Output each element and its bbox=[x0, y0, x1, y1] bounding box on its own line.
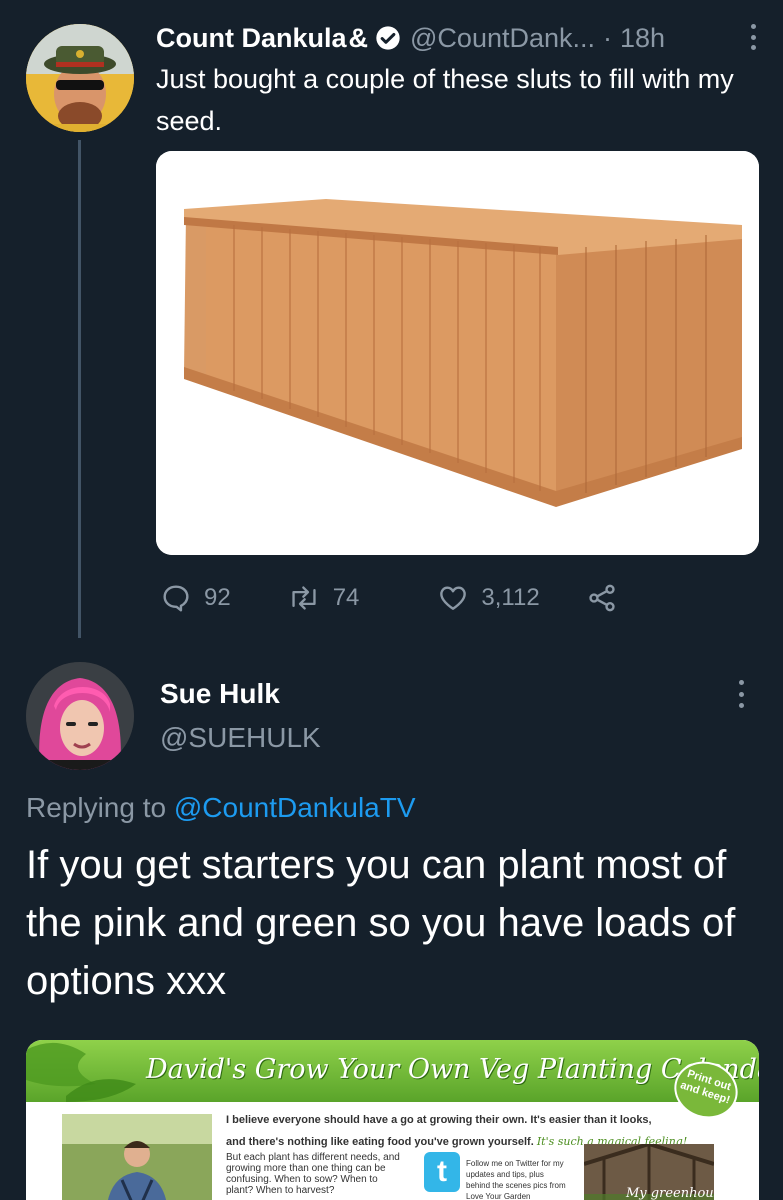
reply-action[interactable]: 92 bbox=[160, 582, 231, 614]
separator-dot: · bbox=[603, 22, 613, 53]
replying-to-prefix: Replying to bbox=[26, 792, 167, 823]
calendar-body-text: But each plant has different needs, and … bbox=[226, 1152, 400, 1196]
share-action[interactable] bbox=[586, 582, 618, 614]
author-handle[interactable]: @CountDank... bbox=[410, 23, 595, 54]
author-display-name[interactable]: Count Dankula bbox=[156, 23, 347, 54]
count-dankula-avatar[interactable] bbox=[26, 24, 134, 132]
retweet-count: 74 bbox=[332, 584, 360, 611]
calendar-follow-text: Follow me on Twitter for my updates and … bbox=[466, 1159, 566, 1200]
greenhouse-label: My greenhouse bbox=[626, 1186, 729, 1200]
tweet-text: If you get starters you can plant most o… bbox=[26, 843, 736, 1003]
tweet-image-planter[interactable] bbox=[156, 151, 759, 555]
more-options-icon[interactable] bbox=[737, 680, 745, 708]
tweet-timestamp[interactable]: 18h bbox=[620, 23, 665, 54]
twitter-logo-icon: t bbox=[424, 1152, 460, 1192]
sue-hulk-avatar[interactable] bbox=[26, 662, 134, 770]
more-options-icon[interactable] bbox=[749, 24, 757, 50]
author-display-name[interactable]: Sue Hulk bbox=[160, 678, 280, 710]
replying-to-line: Replying to @CountDankulaTV bbox=[26, 792, 416, 824]
calendar-intro-line2: and there's nothing like eating food you… bbox=[226, 1136, 534, 1148]
thread-connector-line bbox=[78, 140, 81, 638]
tweet-text: Just bought a couple of these sluts to f… bbox=[156, 64, 734, 136]
verified-badge-icon bbox=[376, 26, 400, 50]
tweet-actions-bar: 92 74 3,112 bbox=[160, 578, 618, 618]
calendar-intro-line1: I believe everyone should have a go at g… bbox=[226, 1114, 652, 1126]
like-action[interactable]: 3,112 bbox=[437, 582, 540, 614]
retweet-icon bbox=[292, 586, 316, 610]
heart-icon bbox=[440, 586, 467, 610]
replying-to-mention[interactable]: @CountDankulaTV bbox=[174, 792, 416, 823]
like-count: 3,112 bbox=[481, 584, 540, 611]
retweet-action[interactable]: 74 bbox=[287, 582, 360, 614]
share-icon bbox=[589, 584, 615, 612]
author-handle[interactable]: @SUEHULK bbox=[160, 722, 321, 754]
david-photo bbox=[62, 1114, 212, 1200]
tweet-header: Count Dankula & @CountDank... · 18h bbox=[156, 20, 753, 56]
calendar-title: David's Grow Your Own Veg Planting Calen… bbox=[146, 1054, 759, 1085]
reply-icon bbox=[163, 585, 189, 612]
reply-count: 92 bbox=[204, 584, 231, 611]
tweet-image-planting-calendar[interactable]: David's Grow Your Own Veg Planting Calen… bbox=[26, 1040, 759, 1200]
tweet-thread: Count Dankula & @CountDank... · 18h Just… bbox=[0, 0, 783, 1200]
name-emoji: & bbox=[348, 22, 369, 53]
